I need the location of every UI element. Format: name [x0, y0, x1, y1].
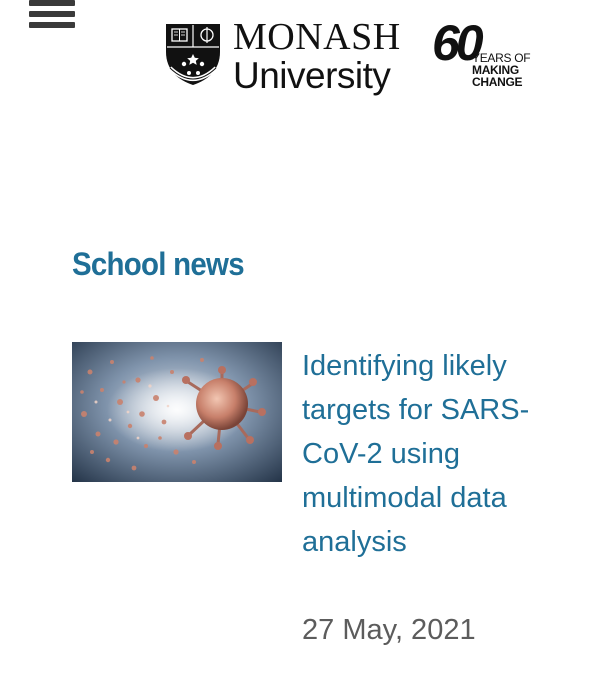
section-title: School news: [72, 246, 245, 282]
monash-crest-icon: [166, 24, 220, 85]
sixty-years-badge: 60 YEARS OF MAKING CHANGE: [432, 18, 542, 94]
monash-logo-link[interactable]: MONASH University: [164, 18, 400, 94]
hamburger-menu-icon[interactable]: [29, 0, 75, 32]
menu-bar-middle: [29, 11, 75, 17]
monash-wordmark: MONASH University: [233, 18, 401, 94]
news-headline-link[interactable]: Identifying likely targets for SARS-CoV-…: [302, 344, 552, 564]
anniversary-line-3: CHANGE: [472, 75, 523, 89]
menu-bar-top: [29, 0, 75, 6]
logo-line-1: MONASH: [233, 16, 401, 58]
news-date: 27 May, 2021: [302, 614, 476, 646]
logo-line-2: University: [233, 55, 391, 96]
menu-bar-bottom: [29, 22, 75, 28]
news-item-image[interactable]: [72, 342, 282, 482]
coronavirus-image: [72, 342, 282, 482]
